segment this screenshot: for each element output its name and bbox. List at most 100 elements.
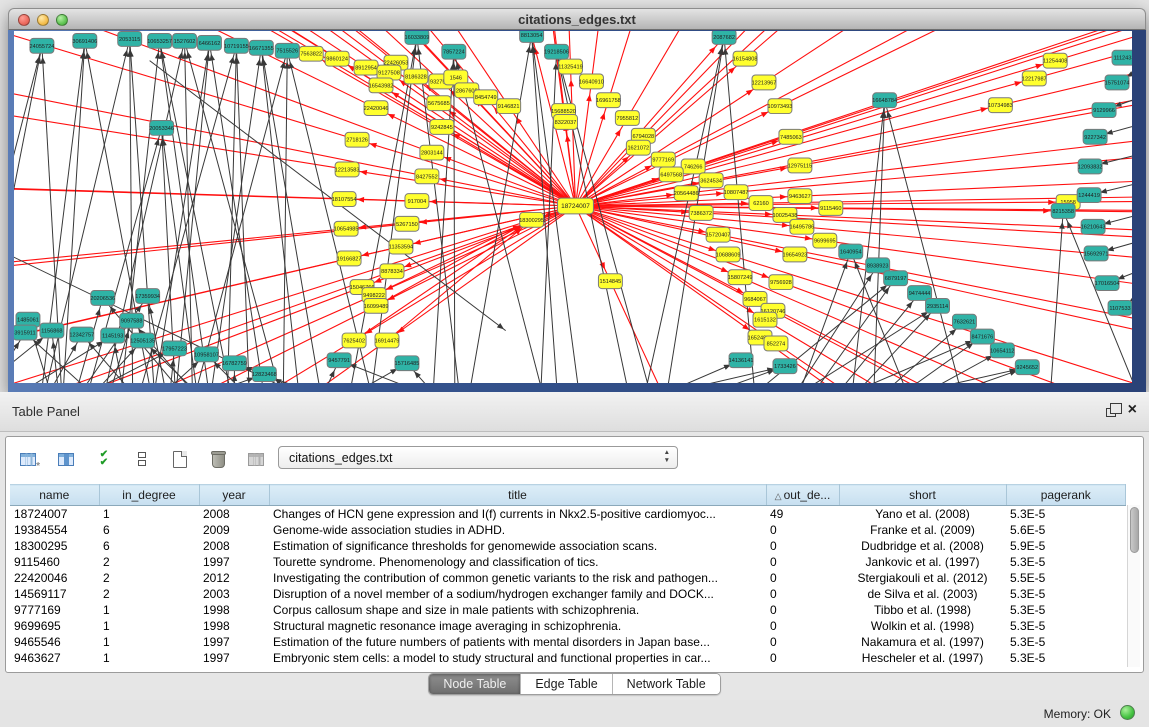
graph-node-yellow[interactable]: 16640910 (579, 74, 604, 89)
graph-node-yellow[interactable]: 9463627 (788, 189, 812, 204)
table-scrollbar[interactable] (1127, 505, 1140, 667)
graph-node-yellow[interactable]: 852274 (764, 336, 788, 351)
graph-node-teal[interactable]: 1527602 (173, 33, 197, 48)
graph-node-teal[interactable]: 1156868 (40, 323, 64, 338)
graph-node-teal[interactable]: 10653257 (147, 33, 172, 48)
graph-node-yellow[interactable]: 9860124 (325, 51, 349, 66)
graph-node-teal[interactable]: 8215358 (1051, 204, 1075, 219)
tab-node-table[interactable]: Node Table (429, 674, 521, 694)
graph-node-yellow[interactable]: 15720407 (706, 227, 731, 242)
graph-node-teal[interactable]: 8471676 (970, 329, 994, 344)
graph-node-yellow[interactable]: 16154808 (733, 51, 758, 66)
graph-node-teal[interactable]: 3915911 (14, 325, 37, 340)
graph-node-teal[interactable]: 17957223 (162, 341, 187, 356)
close-panel-icon[interactable]: × (1128, 403, 1137, 417)
column-header-year[interactable]: year (199, 485, 269, 506)
graph-hub-node[interactable]: 18724007 (558, 198, 594, 214)
graph-node-teal[interactable]: 20206536 (90, 291, 115, 306)
graph-node-yellow[interactable]: 2718126 (345, 132, 369, 147)
graph-node-yellow[interactable]: 16543982 (369, 78, 394, 93)
tab-network-table[interactable]: Network Table (613, 674, 720, 694)
graph-node-yellow[interactable]: 8454749 (474, 90, 498, 105)
graph-node-teal[interactable]: 10654112 (990, 343, 1014, 358)
window-titlebar[interactable]: citations_edges.txt (8, 8, 1146, 30)
graph-node-yellow[interactable]: 12217987 (1022, 71, 1047, 86)
select-attributes-icon[interactable]: ✔✔ (90, 445, 118, 473)
table-select-dropdown[interactable]: citations_edges.txt ▲▼ (278, 446, 678, 469)
graph-node-teal[interactable]: 9457791 (327, 353, 351, 368)
graph-node-yellow[interactable]: 7485063 (779, 129, 803, 144)
graph-node-teal[interactable]: 15751074 (1105, 75, 1130, 90)
graph-node-teal[interactable]: 17359934 (135, 289, 160, 304)
graph-node-teal[interactable]: 1112433 (1112, 50, 1132, 65)
graph-node-teal[interactable]: 9097588 (120, 313, 144, 328)
graph-node-yellow[interactable]: 9777169 (651, 152, 675, 167)
graph-node-yellow[interactable]: 16961758 (596, 93, 621, 108)
graph-node-yellow[interactable]: 917004 (405, 194, 429, 209)
graph-node-yellow[interactable]: 11353594 (389, 239, 413, 254)
graph-node-yellow[interactable]: 10734983 (988, 98, 1013, 113)
graph-node-yellow[interactable]: 9146821 (497, 99, 521, 114)
column-header-short[interactable]: short (839, 485, 1006, 506)
graph-node-teal[interactable]: 1145193 (101, 328, 125, 343)
table-row[interactable]: 1830029562008Estimation of significance … (10, 538, 1126, 554)
graph-node-teal[interactable]: 10719155 (224, 38, 249, 53)
graph-node-yellow[interactable]: 746266 (681, 159, 705, 174)
graph-node-yellow[interactable]: 10688609 (716, 247, 741, 262)
delete-icon[interactable] (204, 445, 232, 473)
graph-node-teal[interactable]: 9245652 (1015, 360, 1039, 375)
graph-node-yellow[interactable]: 7955812 (615, 111, 639, 126)
graph-node-teal[interactable]: 16210643 (1081, 219, 1106, 234)
graph-node-teal[interactable]: 7857224 (442, 44, 466, 59)
graph-node-yellow[interactable]: 10973493 (768, 99, 793, 114)
new-document-icon[interactable] (166, 445, 194, 473)
table-row[interactable]: 969969511998Structural magnetic resonanc… (10, 618, 1126, 634)
graph-node-yellow[interactable]: 12213583 (335, 162, 360, 177)
table-row[interactable]: 2242004622012Investigating the contribut… (10, 570, 1126, 586)
graph-node-yellow[interactable]: 2803144 (420, 145, 444, 160)
graph-node-teal[interactable]: 2053115 (118, 31, 142, 46)
table-row[interactable]: 1938455462009Genome-wide association stu… (10, 522, 1126, 538)
graph-node-yellow[interactable]: 3624534 (699, 173, 723, 188)
graph-node-teal[interactable]: 2935114 (926, 298, 950, 313)
graph-node-yellow[interactable]: 11254408 (1043, 53, 1067, 68)
table-row[interactable]: 911546021997Tourette syndrome. Phenomeno… (10, 554, 1126, 570)
graph-node-yellow[interactable]: 9756928 (769, 275, 793, 290)
graph-node-teal[interactable]: 12505135 (130, 333, 155, 348)
table-row[interactable]: 946362711997Embryonic stem cells: a mode… (10, 650, 1126, 666)
graph-node-yellow[interactable]: 1621072 (626, 140, 650, 155)
graph-node-teal[interactable]: 16782759 (222, 356, 247, 371)
graph-node-yellow[interactable]: 22420046 (364, 101, 389, 116)
graph-node-yellow[interactable]: 16914479 (375, 333, 400, 348)
graph-node-teal[interactable]: 19218506 (544, 44, 569, 59)
graph-node-yellow[interactable]: 16099489 (364, 298, 389, 313)
table-settings-icon[interactable]: * (14, 445, 42, 473)
graph-node-yellow[interactable]: 10654985 (334, 221, 359, 236)
graph-node-teal[interactable]: 12342757 (69, 327, 94, 342)
graph-node-teal[interactable]: 16648784 (872, 93, 897, 108)
graph-node-yellow[interactable]: 7625402 (342, 333, 366, 348)
graph-node-yellow[interactable]: 8427552 (415, 169, 439, 184)
memory-status-indicator[interactable] (1120, 705, 1135, 720)
table-row[interactable]: 946554611997Estimation of the future num… (10, 634, 1126, 650)
graph-node-teal[interactable]: 12823468 (252, 367, 277, 382)
graph-node-teal[interactable]: 12093832 (1078, 159, 1103, 174)
graph-node-yellow[interactable]: 1514845 (598, 274, 622, 289)
table-row[interactable]: 1872400712008Changes of HCN gene express… (10, 506, 1126, 522)
graph-node-yellow[interactable]: 19166827 (337, 251, 362, 266)
graph-node-yellow[interactable]: 16495786 (789, 219, 814, 234)
graph-node-yellow[interactable]: 8186328 (404, 69, 428, 84)
show-columns-icon[interactable] (52, 445, 80, 473)
graph-node-yellow[interactable]: 7563822 (299, 46, 323, 61)
graph-node-teal[interactable]: 30691406 (72, 33, 97, 48)
graph-node-teal[interactable]: 1107533 (1108, 300, 1132, 315)
graph-node-yellow[interactable]: 12213967 (752, 75, 777, 90)
graph-node-yellow[interactable]: 19654923 (783, 247, 808, 262)
graph-node-teal[interactable]: 1244419 (1077, 188, 1101, 203)
graph-node-yellow[interactable]: 62160 (749, 196, 773, 211)
graph-node-yellow[interactable]: 5675685 (427, 96, 451, 111)
graph-node-teal[interactable]: 14136141 (729, 353, 754, 368)
graph-node-teal[interactable]: 9129966 (1092, 103, 1116, 118)
graph-node-teal[interactable]: 1733426 (773, 359, 797, 374)
graph-node-yellow[interactable]: 6497568 (659, 167, 683, 182)
